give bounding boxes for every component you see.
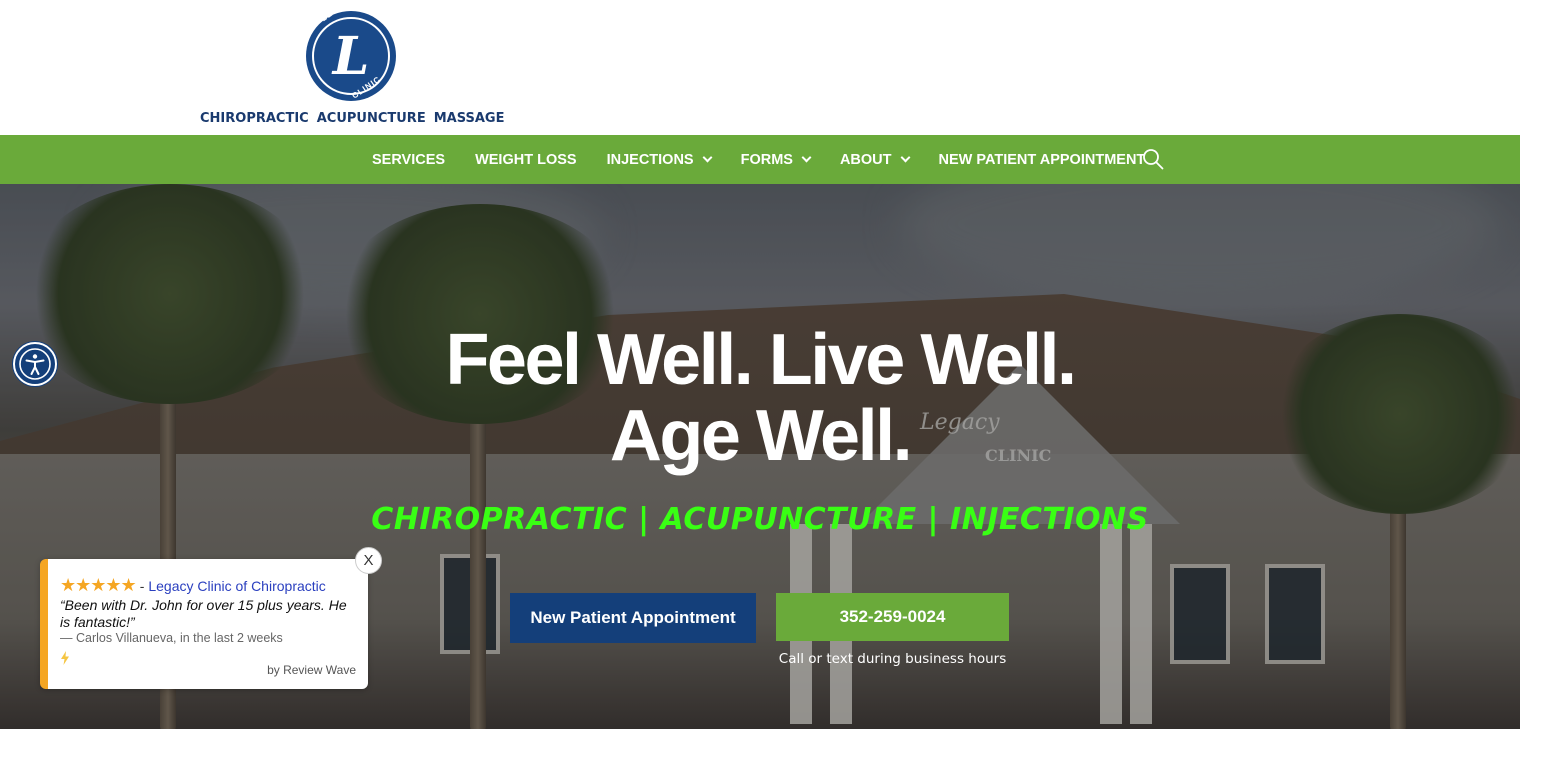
logo[interactable]: L LEGACY CLINIC CHIROPRACTIC ACUPUNCTURE… [200,0,505,128]
review-business-link[interactable]: Legacy Clinic of Chiropractic [148,578,325,594]
bolt-icon [61,651,69,665]
logo-emblem: L LEGACY CLINIC [306,0,396,101]
chevron-down-icon [801,152,812,163]
phone-note: Call or text during business hours [778,651,1007,667]
nav-items: SERVICES WEIGHT LOSS INJECTIONS FORMS AB… [372,135,1175,184]
phone-button[interactable]: 352-259-0024 [776,593,1009,641]
hero-headline-line: Age Well. [609,396,913,476]
nav-item-label: FORMS [740,151,793,168]
logo-tagline-item: ACUPUNCTURE [316,110,426,126]
review-quote: “Been with Dr. John for over 15 plus yea… [60,597,347,630]
nav-item-services[interactable]: SERVICES [372,152,445,168]
star-rating-icon: ★★★★★ [60,575,137,595]
site-header: L LEGACY CLINIC CHIROPRACTIC ACUPUNCTURE… [0,0,1520,135]
review-widget[interactable]: ★★★★★ - Legacy Clinic of Chiropractic “B… [40,559,368,689]
review-attribution[interactable]: by Review Wave [267,663,356,677]
accessibility-icon [19,348,51,380]
main-nav: SERVICES WEIGHT LOSS INJECTIONS FORMS AB… [0,135,1520,184]
nav-item-label: WEIGHT LOSS [475,151,577,168]
nav-item-new-patient-appointment[interactable]: NEW PATIENT APPOINTMENT [939,152,1146,168]
nav-item-label: SERVICES [372,151,446,168]
logo-tagline: CHIROPRACTIC ACUPUNCTURE MASSAGE [200,108,505,128]
hero-headline: Feel Well. Live Well. Age Well. [0,322,1520,474]
hero-subhead: CHIROPRACTIC | ACUPUNCTURE | INJECTIONS [371,502,1149,537]
logo-tagline-item: CHIROPRACTIC [200,110,309,126]
nav-item-injections[interactable]: INJECTIONS [606,151,713,168]
review-author: — Carlos Villanueva, in the last 2 weeks [60,631,283,645]
new-patient-appointment-button[interactable]: New Patient Appointment [510,593,756,643]
nav-item-label: ABOUT [839,151,892,168]
chevron-down-icon [900,152,910,163]
chevron-down-icon [702,152,713,163]
close-button[interactable]: X [355,547,382,574]
nav-item-label: INJECTIONS [606,151,694,168]
logo-tagline-item: MASSAGE [433,110,505,126]
accessibility-button[interactable] [13,342,57,386]
hero-headline-line: Feel Well. Live Well. [445,320,1077,400]
nav-item-about[interactable]: ABOUT [839,151,910,168]
nav-item-forms[interactable]: FORMS [740,151,812,168]
search-icon[interactable] [1142,148,1164,170]
nav-item-weight-loss[interactable]: WEIGHT LOSS [475,152,577,168]
review-header: ★★★★★ - Legacy Clinic of Chiropractic [60,575,326,596]
nav-item-label: NEW PATIENT APPOINTMENT [938,151,1146,168]
review-dash: - [139,577,145,594]
